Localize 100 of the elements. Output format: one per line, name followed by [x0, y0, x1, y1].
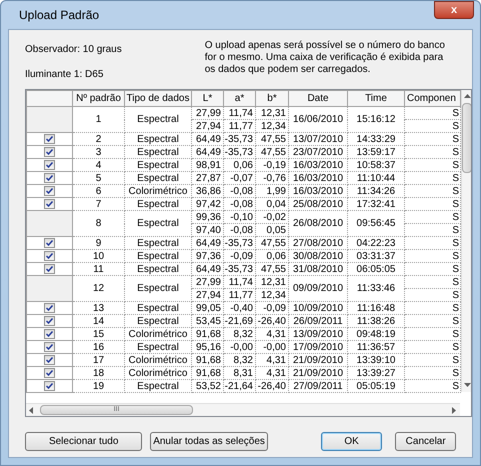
column-header[interactable]: Tipo de dados	[124, 90, 192, 106]
scroll-right-icon[interactable]	[452, 406, 457, 414]
table-cell: -0,08	[224, 198, 256, 210]
column-header[interactable]: a*	[224, 90, 256, 106]
table-cell: 53,45	[192, 314, 224, 328]
checkbox[interactable]	[44, 342, 55, 352]
dialog-button[interactable]: Anular todas as seleções	[150, 432, 268, 451]
table-cell: 13/07/2010	[288, 132, 348, 146]
table-cell: 97,42	[192, 198, 224, 210]
table-cell: Espectral	[124, 380, 192, 392]
table-cell: 47,55	[256, 132, 288, 146]
checkbox[interactable]	[44, 368, 55, 378]
table-cell: 0,05	[256, 224, 288, 236]
table-cell: Espectral	[124, 172, 192, 184]
table-cell: -21,69	[224, 314, 256, 328]
table-cell: Espectral	[124, 158, 192, 172]
column-header[interactable]: Time	[348, 90, 404, 106]
table-cell: -0,19	[256, 158, 288, 172]
checkbox[interactable]	[44, 303, 55, 313]
table-cell: 17/09/2010	[288, 340, 348, 354]
table-cell: 11:38:26	[348, 314, 404, 328]
table-cell: 14:33:29	[348, 132, 404, 146]
table-cell: 17:32:41	[348, 198, 404, 210]
table-cell: -0,09	[224, 250, 256, 262]
table-cell: 36,86	[192, 184, 224, 198]
table-cell: 2	[72, 132, 124, 146]
table-cell: 16/03/2010	[288, 184, 348, 198]
table-cell: -0,10	[224, 210, 256, 224]
table-cell: 16/03/2010	[288, 172, 348, 184]
table-cell: 16/06/2010	[288, 106, 348, 132]
column-header[interactable]: Componen	[404, 90, 460, 106]
checkbox[interactable]	[44, 199, 55, 209]
checkbox[interactable]	[44, 147, 55, 157]
checkbox[interactable]	[44, 329, 55, 339]
table-cell: Espectral	[124, 146, 192, 158]
column-header[interactable]: Nº padrão	[72, 90, 124, 106]
column-header[interactable]: Date	[288, 90, 348, 106]
table-cell: 91,68	[192, 354, 224, 366]
table-cell: 53,52	[192, 380, 224, 392]
table-cell: 21/09/2010	[288, 354, 348, 366]
checkbox[interactable]	[44, 355, 55, 365]
table-cell: 0,06	[256, 250, 288, 262]
dialog-button[interactable]: OK	[320, 432, 382, 451]
checkbox[interactable]	[44, 160, 55, 170]
table-cell: 27,94	[192, 120, 224, 132]
dialog-button[interactable]: Cancelar	[395, 432, 456, 451]
table-cell: Espectral	[124, 198, 192, 210]
close-button[interactable]: x	[434, 1, 474, 19]
table-cell: 4	[72, 158, 124, 172]
table-cell: 6	[72, 184, 124, 198]
checkbox[interactable]	[44, 251, 55, 261]
scrollbar-thumb[interactable]	[462, 103, 471, 173]
table-cell: 11,77	[224, 288, 256, 302]
table-cell: 8,31	[224, 366, 256, 380]
table-cell: 9	[72, 236, 124, 250]
table-cell: -0,09	[256, 302, 288, 314]
table-cell: 09/09/2010	[288, 276, 348, 302]
window-title: Upload Padrão	[19, 7, 100, 24]
checkbox[interactable]	[44, 134, 55, 144]
column-header[interactable]: L*	[192, 90, 224, 106]
table-cell: 0,04	[256, 198, 288, 210]
checkbox[interactable]	[44, 186, 55, 196]
table-cell: 27,94	[192, 288, 224, 302]
table-cell: 21/09/2010	[288, 366, 348, 380]
scroll-down-icon[interactable]	[464, 383, 470, 388]
table-cell: 8,32	[224, 328, 256, 340]
table-cell: 8	[72, 210, 124, 236]
checkbox[interactable]	[44, 264, 55, 274]
checkbox[interactable]	[44, 173, 55, 183]
table-cell: 99,36	[192, 210, 224, 224]
column-header[interactable]: b*	[256, 90, 288, 106]
table-cell: 12	[72, 276, 124, 302]
table-cell: Espectral	[124, 236, 192, 250]
table-cell: 11:16:48	[348, 302, 404, 314]
scroll-left-icon[interactable]	[29, 406, 34, 414]
table-cell: 05:05:19	[348, 380, 404, 392]
illuminant-label: Iluminante 1: D65	[25, 68, 104, 82]
checkbox[interactable]	[44, 316, 55, 326]
checkbox[interactable]	[44, 381, 55, 391]
table-cell: 47,55	[256, 236, 288, 250]
table-cell: 13:39:27	[348, 366, 404, 380]
table-cell: -0,02	[256, 210, 288, 224]
table-cell: 11	[72, 262, 124, 276]
table-cell: 14	[72, 314, 124, 328]
table-cell: 10/09/2010	[288, 302, 348, 314]
table-cell: 15:16:12	[348, 106, 404, 132]
table-cell: -0,40	[224, 302, 256, 314]
checkbox[interactable]	[44, 238, 55, 248]
table-cell: 4,31	[256, 354, 288, 366]
table-cell: -0,00	[224, 340, 256, 354]
dialog-button[interactable]: Selecionar tudo	[25, 432, 142, 451]
table-cell: 27,99	[192, 106, 224, 120]
table-cell: Colorimétrico	[124, 354, 192, 366]
table-cell: 11:33:46	[348, 276, 404, 302]
table-cell: 47,55	[256, 146, 288, 158]
table-cell: 19	[72, 380, 124, 392]
observer-label: Observador: 10 graus	[25, 43, 123, 57]
vertical-scrollbar[interactable]	[461, 90, 471, 392]
scroll-up-icon[interactable]	[464, 94, 470, 99]
table-cell: 7	[72, 198, 124, 210]
